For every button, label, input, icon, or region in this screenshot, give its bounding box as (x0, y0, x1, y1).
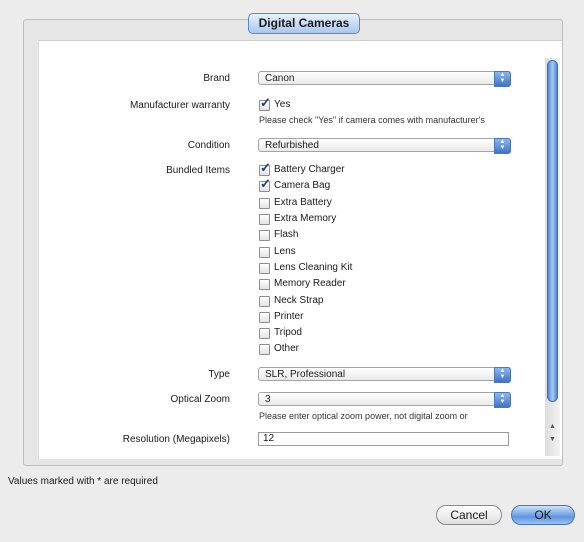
warranty-label: Manufacturer warranty (129, 100, 230, 111)
bundled-item-label: Extra Battery (274, 197, 332, 208)
bundled-item-label: Lens (274, 246, 296, 257)
up-down-arrows-icon: ▲ ▼ (494, 138, 511, 154)
optical-zoom-hint: Please enter optical zoom power, not dig… (259, 411, 468, 421)
bundled-item-label: Flash (274, 229, 299, 240)
condition-select-value: Refurbished (265, 140, 319, 151)
scroll-up-arrow-icon[interactable]: ▲ (545, 421, 560, 433)
checkbox-box (259, 344, 270, 355)
checkmark-icon: ✓ (260, 95, 271, 110)
bundled-item-label: Tripod (274, 327, 302, 338)
bundled-item-label: Extra Memory (274, 213, 337, 224)
required-fields-note: Values marked with * are required (8, 476, 158, 487)
up-down-arrows-icon: ▲ ▼ (494, 367, 511, 383)
up-down-arrows-icon: ▲ ▼ (494, 392, 511, 408)
checkmark-icon: ✓ (260, 160, 271, 175)
checkmark-icon: ✓ (260, 176, 271, 191)
brand-label: Brand (203, 73, 230, 84)
bundled-item-label: Neck Strap (274, 295, 324, 306)
resolution-label: Resolution (Megapixels) (122, 434, 230, 445)
ok-button[interactable]: OK (511, 505, 575, 525)
checkbox-box (259, 279, 270, 290)
scroll-down-arrow-icon[interactable]: ▼ (545, 434, 560, 446)
checkbox-box (259, 230, 270, 241)
form-panel: Brand Canon ▲ ▼ Manufacturer warranty ✓ Y… (38, 40, 562, 459)
bundled-item-label: Camera Bag (274, 180, 331, 191)
condition-select[interactable]: Refurbished ▲ ▼ (258, 138, 511, 154)
checkbox-box (259, 328, 270, 339)
checkbox-box (259, 312, 270, 323)
checkbox-box: ✓ (259, 161, 271, 176)
bundled-item-label: Battery Charger (274, 164, 345, 175)
dialog-window: Digital Cameras Brand Canon ▲ ▼ Manufactu… (0, 0, 584, 542)
vertical-scrollbar[interactable]: ▲ ▼ (545, 58, 560, 456)
optical-zoom-select[interactable]: 3 ▲ ▼ (258, 392, 511, 408)
cancel-button[interactable]: Cancel (436, 505, 502, 525)
checkbox-box (259, 198, 270, 209)
checkbox-box (259, 263, 270, 274)
type-label: Type (208, 369, 230, 380)
bundled-item-label: Other (274, 343, 300, 354)
optical-zoom-select-value: 3 (265, 394, 271, 405)
checkbox-box (259, 296, 270, 307)
brand-select-value: Canon (265, 73, 295, 84)
bundled-item-label: Memory Reader (274, 278, 346, 289)
warranty-hint: Please check "Yes" if camera comes with … (259, 115, 485, 125)
scrollbar-thumb[interactable] (547, 60, 558, 402)
brand-select[interactable]: Canon ▲ ▼ (258, 71, 511, 87)
checkbox-box: ✓ (259, 177, 271, 192)
up-down-arrows-icon: ▲ ▼ (494, 71, 511, 87)
bundled-items-label: Bundled Items (166, 165, 230, 176)
checkbox-box (259, 247, 270, 258)
condition-label: Condition (187, 140, 230, 151)
optical-zoom-label: Optical Zoom (170, 394, 230, 405)
group-title-tab: Digital Cameras (248, 13, 360, 34)
warranty-yes-label: Yes (274, 99, 291, 110)
checkbox-box (259, 214, 270, 225)
type-select[interactable]: SLR, Professional ▲ ▼ (258, 367, 511, 383)
checkbox-box: ✓ (259, 96, 271, 111)
resolution-input[interactable]: 12 (258, 432, 509, 446)
bundled-item-label: Lens Cleaning Kit (274, 262, 353, 273)
bundled-item-label: Printer (274, 311, 304, 322)
type-select-value: SLR, Professional (265, 369, 346, 380)
